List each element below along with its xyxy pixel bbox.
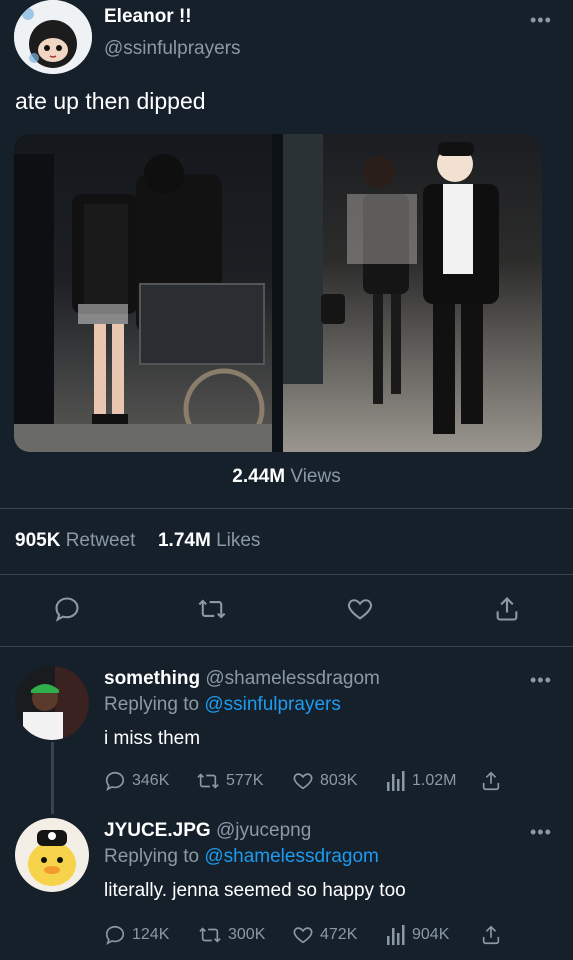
author-display-name[interactable]: Eleanor !! <box>104 6 192 28</box>
reply-author[interactable]: something @shamelessdragom <box>104 668 380 690</box>
views-icon <box>387 771 405 791</box>
retweets-label[interactable]: Retweet <box>66 530 136 551</box>
reply-retweets-metric[interactable]: 300K <box>198 924 265 946</box>
replies-count: 124K <box>132 926 170 943</box>
retweets-count[interactable]: 905K <box>15 530 60 551</box>
reply-handle[interactable]: @shamelessdragom <box>205 668 380 689</box>
more-options-icon[interactable]: ••• <box>530 822 552 843</box>
views-icon <box>387 925 405 945</box>
replying-to: Replying to @shamelessdragom <box>104 846 379 868</box>
media-photo-right[interactable] <box>283 134 542 452</box>
thread-connector <box>51 742 54 814</box>
reply-icon <box>105 925 125 945</box>
retweets-count: 300K <box>228 926 266 943</box>
likes-count: 803K <box>320 772 358 789</box>
reply-views-metric[interactable]: 1.02M <box>386 770 456 792</box>
reply-text: i miss them <box>104 728 201 749</box>
reply-views-metric[interactable]: 904K <box>386 924 449 946</box>
tweet-media[interactable] <box>14 134 542 452</box>
replying-to-handle[interactable]: @ssinfulprayers <box>204 694 341 715</box>
like-icon <box>293 773 313 790</box>
views-count: 1.02M <box>412 772 457 789</box>
more-options-icon[interactable]: ••• <box>530 670 552 691</box>
more-options-icon[interactable]: ••• <box>530 10 552 31</box>
like-icon[interactable] <box>343 592 377 626</box>
share-icon[interactable] <box>480 924 502 946</box>
tweet-text: ate up then dipped <box>15 88 206 114</box>
views-count: 2.44M Views <box>0 466 573 488</box>
share-icon[interactable] <box>480 770 502 792</box>
likes-label[interactable]: Likes <box>216 530 260 551</box>
likes-count: 472K <box>320 926 358 943</box>
reply-likes-metric[interactable]: 472K <box>292 924 357 946</box>
retweets-count: 577K <box>226 772 264 789</box>
retweet-icon <box>197 773 219 789</box>
reply-icon[interactable] <box>50 592 84 626</box>
reply-handle[interactable]: @jyucepng <box>216 820 311 841</box>
views-number: 2.44M <box>232 466 286 487</box>
reply-avatar[interactable] <box>15 666 89 740</box>
likes-count[interactable]: 1.74M <box>158 530 211 551</box>
divider <box>0 574 573 575</box>
reply-replies-metric[interactable]: 124K <box>104 924 169 946</box>
replies-count: 346K <box>132 772 170 789</box>
replying-to-handle[interactable]: @shamelessdragom <box>204 846 379 867</box>
reply-display-name[interactable]: JYUCE.JPG <box>104 820 211 841</box>
retweet-icon <box>199 927 221 943</box>
divider <box>0 646 573 647</box>
author-avatar[interactable] <box>14 0 92 74</box>
reply-retweets-metric[interactable]: 577K <box>196 770 263 792</box>
replying-to-label: Replying to <box>104 846 200 867</box>
share-icon[interactable] <box>490 592 524 626</box>
reply-display-name[interactable]: something <box>104 668 200 689</box>
divider <box>0 508 573 509</box>
views-label: Views <box>290 466 341 487</box>
reply-likes-metric[interactable]: 803K <box>292 770 357 792</box>
reply-text: literally. jenna seemed so happy too <box>104 880 406 901</box>
like-icon <box>293 927 313 944</box>
replying-to-label: Replying to <box>104 694 200 715</box>
reply-author[interactable]: JYUCE.JPG @jyucepng <box>104 820 311 842</box>
engagement-stats: 905K Retweet 1.74M Likes <box>15 530 260 552</box>
replying-to: Replying to @ssinfulprayers <box>104 694 341 716</box>
reply-replies-metric[interactable]: 346K <box>104 770 169 792</box>
media-photo-left[interactable] <box>14 134 272 452</box>
views-count: 904K <box>412 926 450 943</box>
retweet-icon[interactable] <box>195 592 229 626</box>
author-handle[interactable]: @ssinfulprayers <box>104 38 241 60</box>
reply-avatar[interactable] <box>15 818 89 892</box>
reply-icon <box>105 771 125 791</box>
